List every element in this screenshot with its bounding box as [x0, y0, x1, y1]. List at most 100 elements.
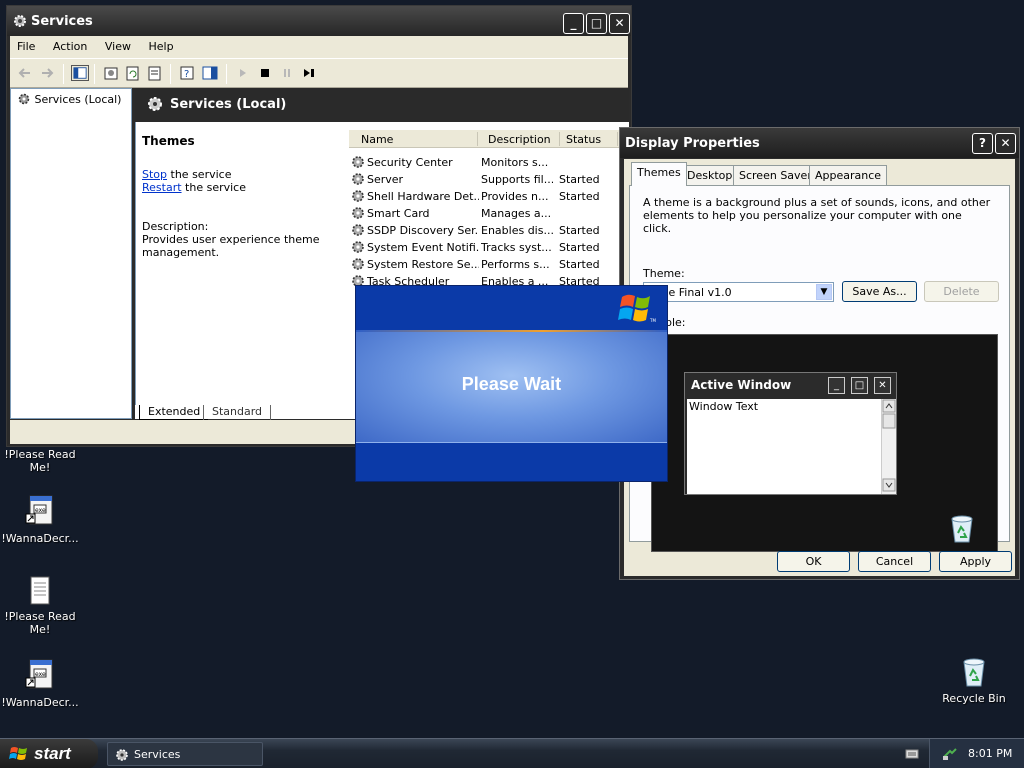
- show-hide-action-pane-icon[interactable]: [201, 65, 219, 81]
- table-row[interactable]: System Event Notifi... Tracks syst... St…: [351, 239, 627, 256]
- maximize-button[interactable]: □: [586, 13, 607, 34]
- service-gear-icon: [352, 224, 364, 236]
- restart-action: Restart the service: [142, 181, 246, 194]
- tab-screen-saver[interactable]: Screen Saver: [733, 165, 818, 185]
- display-properties-title-bar[interactable]: Display Properties ? ✕: [620, 128, 1019, 158]
- desktop-icon-readme-2[interactable]: !Please Read Me!: [0, 576, 80, 636]
- tab-appearance[interactable]: Appearance: [809, 165, 888, 185]
- show-hide-console-tree-icon[interactable]: [71, 65, 89, 81]
- table-row[interactable]: Shell Hardware Det... Provides n... Star…: [351, 188, 627, 205]
- service-status: Started: [559, 258, 600, 271]
- column-header-description[interactable]: Description: [488, 133, 551, 146]
- tree-item-services-local[interactable]: Services (Local): [17, 93, 121, 106]
- service-description: Description: Provides user experience th…: [142, 220, 332, 259]
- save-as-button[interactable]: Save As...: [842, 281, 917, 302]
- desktop-icon-wannadecryptor-1[interactable]: exe !WannaDecr...: [0, 494, 80, 545]
- cancel-button[interactable]: Cancel: [858, 551, 931, 572]
- minimize-button[interactable]: _: [563, 13, 584, 34]
- svg-text:exe: exe: [35, 507, 46, 514]
- service-description: Monitors s...: [481, 156, 549, 169]
- column-header-name[interactable]: Name: [361, 133, 393, 146]
- tab-extended[interactable]: Extended: [139, 405, 209, 420]
- display-properties-body: Themes Desktop Screen Saver Appearance A…: [624, 159, 1015, 576]
- column-divider: [477, 132, 478, 146]
- svg-text:TM: TM: [649, 318, 656, 323]
- tree-item-label: Services (Local): [34, 93, 122, 106]
- service-description: Enables dis...: [481, 224, 553, 237]
- preview-window-title: Active Window: [691, 378, 792, 392]
- service-gear-icon: [352, 156, 364, 168]
- stop-service-icon[interactable]: [256, 65, 274, 81]
- services-window-title: Services: [31, 14, 93, 29]
- pause-service-icon[interactable]: [278, 65, 296, 81]
- menu-view[interactable]: View: [98, 36, 138, 57]
- taskbar-button-services[interactable]: Services: [107, 742, 263, 766]
- services-menu-bar: File Action View Help: [10, 36, 628, 58]
- ok-button[interactable]: OK: [777, 551, 850, 572]
- back-arrow-icon[interactable]: [16, 65, 34, 81]
- services-title-bar[interactable]: Services _ □ ✕: [7, 6, 631, 36]
- start-service-icon[interactable]: [234, 65, 252, 81]
- help-icon[interactable]: ?: [178, 65, 196, 81]
- preview-maximize-icon: □: [851, 377, 868, 394]
- properties-icon[interactable]: [102, 65, 120, 81]
- table-row[interactable]: SSDP Discovery Ser... Enables dis... Sta…: [351, 222, 627, 239]
- tab-desktop[interactable]: Desktop: [681, 165, 739, 185]
- close-button[interactable]: ✕: [995, 133, 1016, 154]
- tab-standard[interactable]: Standard: [203, 405, 272, 420]
- recycle-bin-icon: [951, 515, 973, 543]
- menu-help[interactable]: Help: [141, 36, 180, 57]
- list-header: Name Description Status: [349, 130, 629, 148]
- desktop-icon-label: !Please Read: [4, 448, 76, 461]
- keyboard-icon[interactable]: [905, 748, 919, 760]
- please-wait-dialog: TM Please Wait: [355, 285, 668, 482]
- forward-arrow-icon[interactable]: [38, 65, 56, 81]
- pane-title: Services (Local): [170, 97, 287, 112]
- apply-button[interactable]: Apply: [939, 551, 1012, 572]
- desktop-icon-label: !Please Read: [4, 610, 76, 623]
- delete-button[interactable]: Delete: [924, 281, 999, 302]
- restart-service-link[interactable]: Restart: [142, 181, 182, 194]
- toolbar-separator: [226, 64, 227, 84]
- network-tray-icon[interactable]: [942, 747, 958, 761]
- windows-logo-icon: TM: [618, 294, 656, 323]
- table-row[interactable]: Server Supports fil... Started: [351, 171, 627, 188]
- services-gear-icon: [116, 749, 128, 761]
- stop-action: Stop the service: [142, 168, 231, 181]
- table-row[interactable]: Security Center Monitors s...: [351, 154, 627, 171]
- table-row[interactable]: Smart Card Manages a...: [351, 205, 627, 222]
- taskbar-button-label: Services: [134, 748, 181, 761]
- column-header-status[interactable]: Status: [566, 133, 601, 146]
- service-name: Security Center: [367, 156, 453, 169]
- desktop-icon-recycle-bin[interactable]: Recycle Bin: [934, 656, 1014, 705]
- table-row[interactable]: System Restore Se... Performs s... Start…: [351, 256, 627, 273]
- chevron-down-icon[interactable]: ▼: [816, 284, 832, 300]
- column-divider: [559, 132, 560, 146]
- stop-service-link[interactable]: Stop: [142, 168, 167, 181]
- clock[interactable]: 8:01 PM: [968, 747, 1012, 760]
- preview-close-icon: ✕: [874, 377, 891, 394]
- tab-themes[interactable]: Themes: [631, 162, 687, 186]
- close-button[interactable]: ✕: [609, 13, 630, 34]
- help-button[interactable]: ?: [972, 133, 993, 154]
- services-toolbar: ?: [10, 58, 628, 88]
- system-tray: 8:01 PM: [929, 739, 1024, 768]
- desktop-icon-wannadecryptor-2[interactable]: exe !WannaDecr...: [0, 658, 80, 709]
- start-button[interactable]: start: [0, 739, 98, 768]
- preview-window-content: Window Text: [687, 399, 884, 494]
- action-suffix: the service: [170, 168, 232, 181]
- menu-file[interactable]: File: [10, 36, 42, 57]
- restart-service-icon[interactable]: [300, 65, 318, 81]
- please-wait-top-band: TM: [356, 286, 667, 330]
- description-label: Description:: [142, 220, 209, 233]
- theme-select[interactable]: Zune Final v1.0 ▼: [643, 282, 834, 302]
- menu-action[interactable]: Action: [46, 36, 94, 57]
- taskbar: start Services 8:01 PM: [0, 738, 1024, 768]
- service-detail-panel: Themes Stop the service Restart the serv…: [135, 122, 345, 405]
- executable-shortcut-icon: exe: [25, 659, 53, 689]
- scroll-thumb-icon: [882, 413, 896, 429]
- export-list-icon[interactable]: [146, 65, 164, 81]
- windows-flag-icon: [9, 747, 27, 760]
- desktop-icon-readme-1[interactable]: !Please Read Me!: [0, 448, 80, 474]
- refresh-icon[interactable]: [124, 65, 142, 81]
